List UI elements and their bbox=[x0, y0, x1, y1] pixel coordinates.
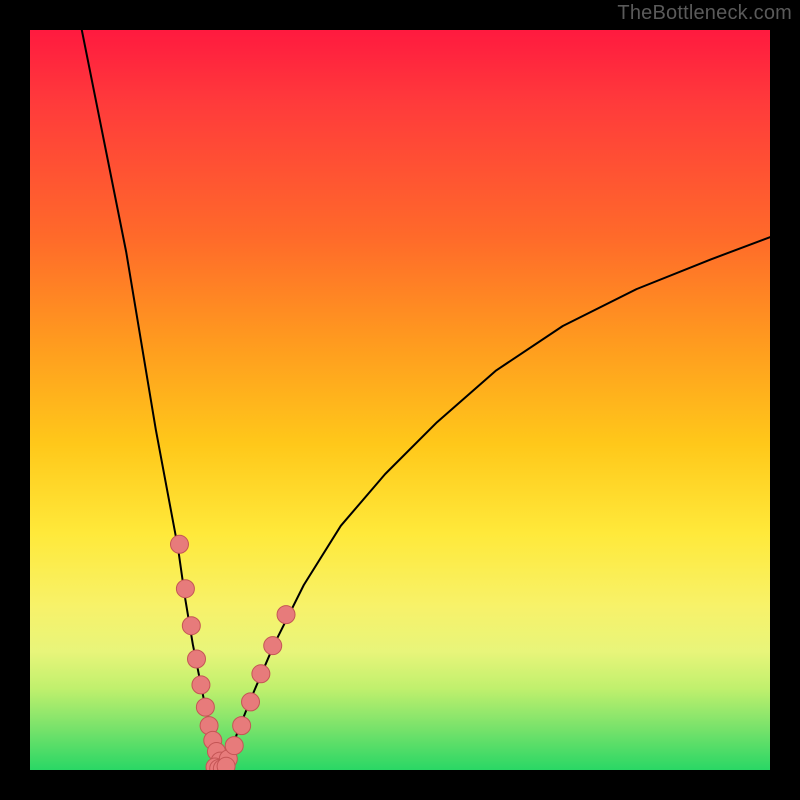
marker-right bbox=[277, 606, 295, 624]
marker-left bbox=[170, 535, 188, 553]
watermark-text: TheBottleneck.com bbox=[617, 2, 792, 25]
marker-right bbox=[225, 737, 243, 755]
marker-right bbox=[264, 637, 282, 655]
marker-left bbox=[188, 650, 206, 668]
plot-area bbox=[30, 30, 770, 770]
marker-left bbox=[176, 580, 194, 598]
chart-frame: TheBottleneck.com bbox=[0, 0, 800, 800]
marker-bottom bbox=[217, 757, 235, 770]
marker-left bbox=[182, 617, 200, 635]
marker-right bbox=[242, 693, 260, 711]
marker-left bbox=[192, 676, 210, 694]
marker-right bbox=[233, 717, 251, 735]
chart-svg bbox=[30, 30, 770, 770]
marker-right bbox=[252, 665, 270, 683]
marker-left bbox=[196, 698, 214, 716]
curve bbox=[222, 237, 770, 770]
